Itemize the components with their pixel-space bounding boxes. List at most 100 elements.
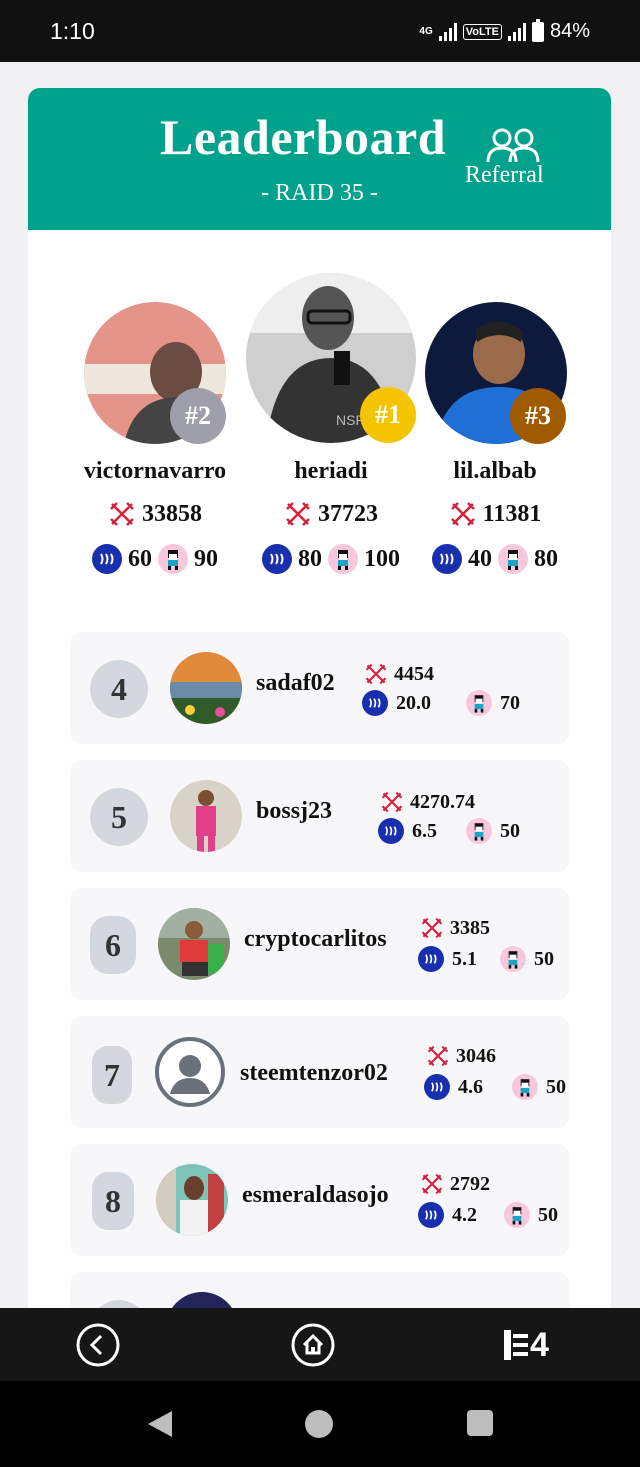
- rank-number: 6: [90, 916, 136, 974]
- user-name[interactable]: esmeraldasojo: [242, 1182, 389, 1209]
- score: 4270.74: [380, 790, 475, 814]
- back-triangle-icon[interactable]: [145, 1409, 175, 1439]
- steem-icon: [92, 544, 122, 574]
- pixel-character-icon: [498, 544, 528, 574]
- steem-value: 60: [128, 545, 152, 572]
- score-value: 33858: [142, 500, 202, 527]
- pixel-value: 50: [546, 1075, 566, 1098]
- steem-icon: [424, 1074, 450, 1100]
- list-item[interactable]: 5 bossj23 4270.74 6.5 50: [70, 760, 569, 872]
- list-item[interactable]: 8 esmeraldasojo 2792 4.2 50: [70, 1144, 569, 1256]
- user-name[interactable]: sadaf02: [256, 670, 335, 697]
- rank-number: [90, 1300, 148, 1308]
- avatar[interactable]: [170, 652, 242, 724]
- steem-icon: [362, 690, 388, 716]
- score: 33858: [55, 500, 255, 528]
- rank-number: 4: [90, 660, 148, 718]
- brand-logo-icon: [504, 1330, 528, 1360]
- volte-badge: VoLTE: [462, 23, 502, 40]
- pixel-character-icon: [512, 1074, 538, 1100]
- score: 3385: [420, 916, 490, 940]
- swords-icon: [110, 502, 134, 526]
- recents-square-icon[interactable]: [466, 1409, 494, 1437]
- steem-value: 20.0: [396, 691, 431, 714]
- steem-reward: 6.5: [378, 818, 437, 844]
- score-value: 4270.74: [410, 790, 475, 813]
- rank-number: 5: [90, 788, 148, 846]
- avatar[interactable]: [156, 1164, 228, 1236]
- user-name[interactable]: lil.albab: [395, 458, 595, 485]
- pixel-reward: 50: [504, 1202, 558, 1228]
- pixel-value: 50: [500, 819, 520, 842]
- network-type: 4G: [419, 25, 433, 37]
- score-value: 37723: [318, 500, 378, 527]
- page-title: Leaderboard: [160, 109, 447, 165]
- swords-icon: [450, 502, 475, 526]
- avatar[interactable]: [166, 1292, 238, 1308]
- steem-icon: [378, 818, 404, 844]
- rank-badge: #3: [510, 388, 566, 444]
- pixel-value: 50: [534, 947, 554, 970]
- swords-icon: [381, 791, 403, 813]
- rank-badge: #1: [360, 387, 416, 443]
- score-value: 3046: [456, 1044, 496, 1067]
- steem-icon: [432, 544, 462, 574]
- home-dot-icon[interactable]: [304, 1409, 334, 1439]
- home-circle-icon[interactable]: [290, 1322, 336, 1368]
- list-item[interactable]: 7 steemtenzor02 3046 4.6 50: [70, 1016, 569, 1128]
- system-nav-bar: [0, 1381, 640, 1467]
- status-bar: 1:10 4G VoLTE 84%: [0, 0, 640, 62]
- steem-reward: 4.6: [424, 1074, 483, 1100]
- pixel-value: 90: [194, 545, 218, 572]
- user-name[interactable]: victornavarro: [55, 458, 255, 485]
- steem-icon: [418, 946, 444, 972]
- status-icons: 4G VoLTE 84%: [419, 18, 590, 43]
- steem-value: 4.6: [458, 1075, 483, 1098]
- raid-subtitle: - RAID 35 -: [261, 180, 378, 206]
- user-name[interactable]: cryptocarlitos: [244, 926, 387, 953]
- swords-icon: [421, 917, 443, 939]
- page: Leaderboard Referral - RAID 35 - #2 #1 #…: [0, 62, 640, 1308]
- pixel-character-icon: [500, 946, 526, 972]
- referral-icon[interactable]: [485, 128, 541, 164]
- pixel-value: 70: [500, 691, 520, 714]
- swords-icon: [427, 1045, 449, 1067]
- steem-value: 6.5: [412, 819, 437, 842]
- score-value: 2792: [450, 1172, 490, 1195]
- score: 2792: [420, 1172, 490, 1196]
- steem-reward: 5.1: [418, 946, 477, 972]
- list-item[interactable]: [70, 1272, 569, 1308]
- score-value: 4454: [394, 662, 434, 685]
- list-item[interactable]: 4 sadaf02 4454 20.0 70: [70, 632, 569, 744]
- pixel-value: 50: [538, 1203, 558, 1226]
- swords-icon: [365, 663, 387, 685]
- pixel-reward: 70: [466, 690, 520, 716]
- pixel-character-icon: [158, 544, 188, 574]
- brand-label: 4: [530, 1325, 549, 1364]
- pixel-character-icon: [466, 690, 492, 716]
- score: 11381: [395, 500, 595, 528]
- rewards: 40 80: [395, 544, 595, 574]
- pixel-reward: 50: [512, 1074, 566, 1100]
- swords-icon: [421, 1173, 443, 1195]
- pixel-value: 80: [534, 545, 558, 572]
- default-avatar-icon[interactable]: [154, 1036, 226, 1108]
- back-circle-icon[interactable]: [75, 1322, 121, 1368]
- list-item[interactable]: 6 cryptocarlitos 3385 5.1 50: [70, 888, 569, 1000]
- steem-value: 80: [298, 545, 322, 572]
- user-name[interactable]: bossj23: [256, 798, 332, 825]
- swords-icon: [286, 502, 310, 526]
- steem-value: 40: [468, 545, 492, 572]
- steem-value: 4.2: [452, 1203, 477, 1226]
- pixel-character-icon: [466, 818, 492, 844]
- pixel-reward: 50: [466, 818, 520, 844]
- pixel-reward: 50: [500, 946, 554, 972]
- score: 4454: [364, 662, 434, 686]
- avatar[interactable]: [158, 908, 230, 980]
- app-brand-button[interactable]: 4: [504, 1326, 549, 1364]
- status-time: 1:10: [50, 18, 95, 44]
- signal-icon-2: [507, 22, 526, 41]
- user-name[interactable]: steemtenzor02: [240, 1060, 388, 1087]
- avatar[interactable]: [170, 780, 242, 852]
- pixel-character-icon: [504, 1202, 530, 1228]
